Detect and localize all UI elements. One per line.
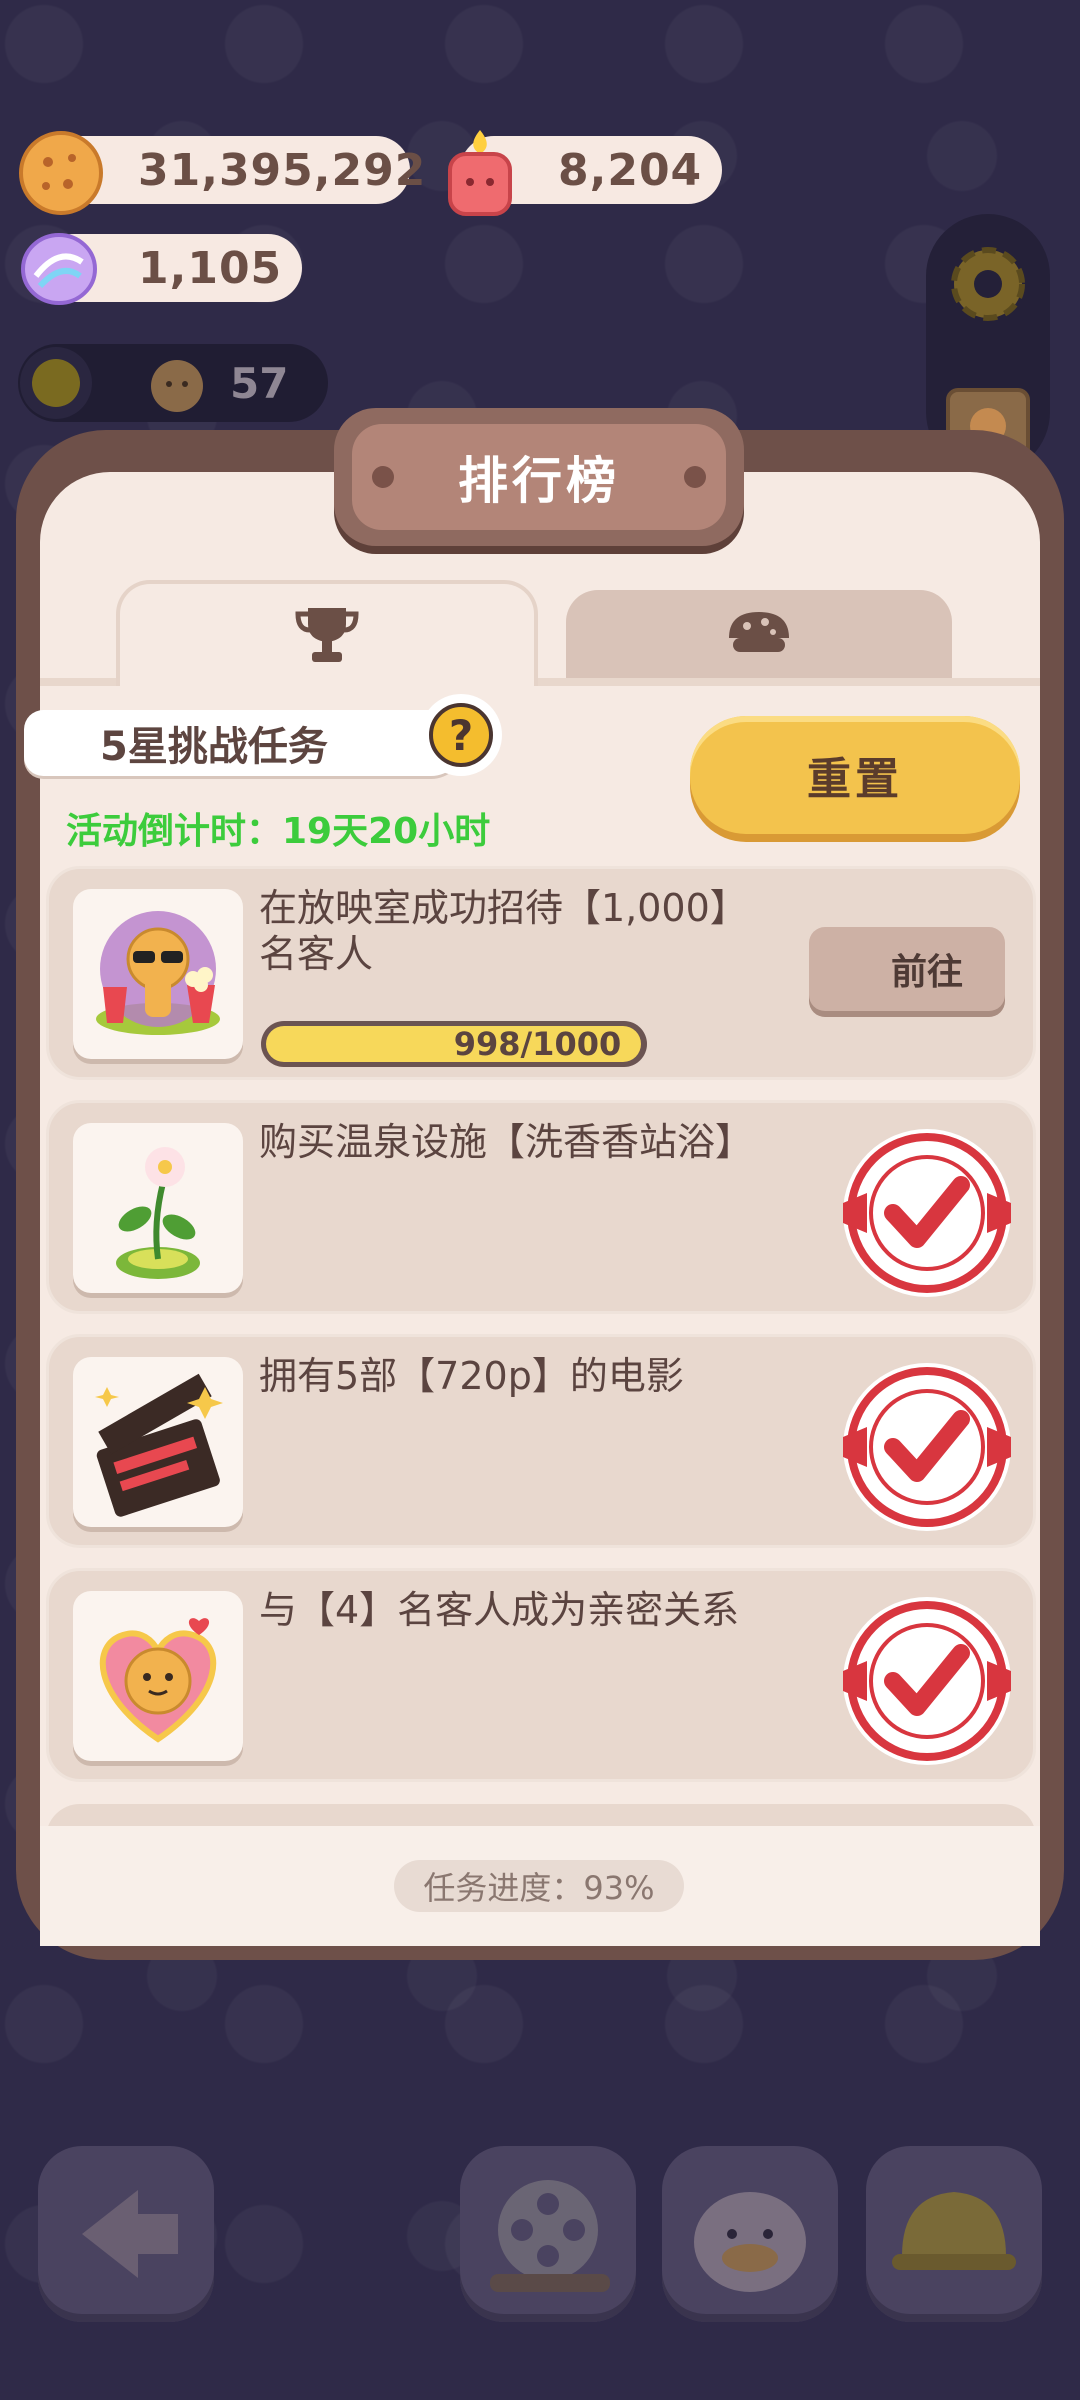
tab-cookie[interactable] xyxy=(566,590,952,682)
completed-stamp-icon xyxy=(843,1129,1011,1297)
cookie-icon xyxy=(19,131,103,215)
cinema-button[interactable] xyxy=(460,2146,636,2322)
gear-icon[interactable] xyxy=(940,236,1036,332)
duck-character-icon xyxy=(694,2192,806,2292)
visitor-counter: 57 xyxy=(18,344,328,422)
heart-cookie-icon xyxy=(99,1618,217,1743)
guest-icon xyxy=(151,360,203,412)
completed-stamp-icon xyxy=(843,1597,1011,1765)
cinema-cookie-icon xyxy=(96,911,220,1035)
back-arrow-icon xyxy=(82,2190,178,2278)
visitor-count: 57 xyxy=(230,358,289,408)
build-button[interactable] xyxy=(866,2146,1042,2322)
candle-count: 8,204 xyxy=(558,144,703,196)
task-description: 拥有5部【720p】的电影 xyxy=(259,1354,684,1398)
panel-title-plate: 排行榜 xyxy=(334,408,744,546)
plate-rivet-right xyxy=(684,466,706,488)
panel-title: 排行榜 xyxy=(352,424,726,530)
clapperboard-icon xyxy=(95,1373,223,1517)
help-button[interactable]: ? xyxy=(420,694,502,776)
task-description: 购买温泉设施【洗香香站浴】 xyxy=(259,1120,754,1164)
task-icon-frame xyxy=(73,889,243,1059)
task-card: 拥有5部【720p】的电影 xyxy=(46,1334,1036,1548)
character-button[interactable] xyxy=(662,2146,838,2322)
completed-stamp-icon xyxy=(843,1363,1011,1531)
cookie-count: 31,395,292 xyxy=(138,144,427,196)
candy-count: 1,105 xyxy=(138,242,283,294)
task-card: 与【4】名客人成为亲密关系 xyxy=(46,1568,1036,1782)
back-button[interactable] xyxy=(38,2146,214,2322)
helmet-icon xyxy=(892,2192,1016,2270)
task-progress-bar: 998/1000 xyxy=(261,1021,647,1067)
task-progress-text: 998/1000 xyxy=(453,1025,622,1063)
task-progress-fill: 998/1000 xyxy=(266,1025,642,1063)
plate-rivet-left xyxy=(372,466,394,488)
task-description: 在放映室成功招待【1,000】名客人 xyxy=(259,886,748,976)
reset-button[interactable]: 重置 xyxy=(690,716,1020,834)
flower-pot-icon xyxy=(116,1147,200,1279)
challenge-title: 5星挑战任务 xyxy=(24,710,464,776)
sun-icon xyxy=(20,347,92,419)
candy-icon xyxy=(21,233,97,305)
task-icon-frame xyxy=(73,1123,243,1293)
candle-icon xyxy=(448,130,512,216)
trophy-icon xyxy=(295,608,359,662)
task-description: 与【4】名客人成为亲密关系 xyxy=(259,1588,740,1632)
tab-trophy[interactable] xyxy=(116,580,538,686)
cookie-icon xyxy=(729,612,789,652)
task-card: 在放映室成功招待【1,000】名客人 998/1000 前往 xyxy=(46,866,1036,1080)
goto-button[interactable]: 前往 xyxy=(809,927,1005,1011)
question-icon: ? xyxy=(429,703,493,767)
task-icon-frame xyxy=(73,1591,243,1761)
film-reel-icon xyxy=(490,2180,610,2292)
event-countdown: 活动倒计时：19天20小时 xyxy=(66,811,491,852)
task-card: 购买温泉设施【洗香香站浴】 xyxy=(46,1100,1036,1314)
task-icon-frame xyxy=(73,1357,243,1527)
overall-task-progress: 任务进度：93% xyxy=(394,1860,684,1912)
